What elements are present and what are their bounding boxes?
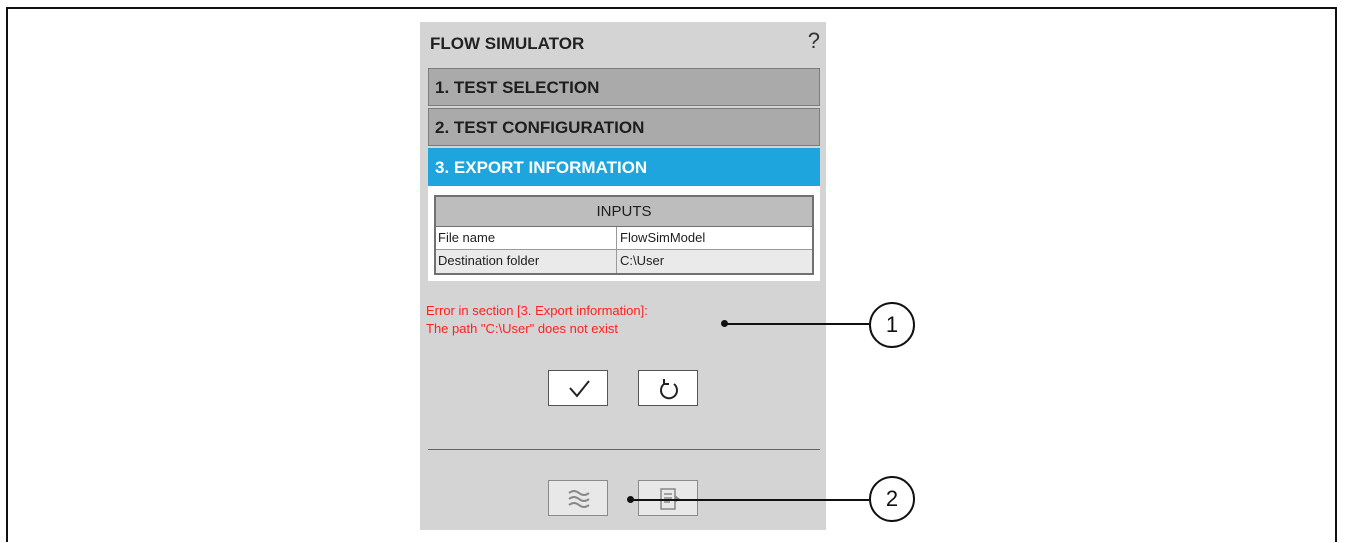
error-line-1: Error in section [3. Export information]… — [426, 303, 648, 318]
file-name-label: File name — [436, 227, 617, 249]
checkmark-icon — [569, 380, 590, 398]
section-test-configuration[interactable]: 2. TEST CONFIGURATION — [428, 108, 820, 146]
destination-folder-field[interactable]: C:\User — [617, 250, 812, 273]
panel-title: FLOW SIMULATOR — [430, 34, 585, 53]
section-test-selection[interactable]: 1. TEST SELECTION — [428, 68, 820, 106]
callout-1-line — [724, 323, 869, 325]
error-line-2: The path "C:\User" does not exist — [426, 321, 619, 336]
help-icon[interactable]: ? — [808, 28, 820, 54]
section-export-information[interactable]: 3. EXPORT INFORMATION — [428, 148, 820, 186]
section-label: 2. TEST CONFIGURATION — [435, 118, 645, 137]
section-label: 1. TEST SELECTION — [435, 78, 600, 97]
callout-2-marker: 2 — [869, 476, 915, 522]
callout-1-marker: 1 — [869, 302, 915, 348]
table-row: File name FlowSimModel — [436, 227, 812, 250]
file-name-field[interactable]: FlowSimModel — [617, 227, 812, 249]
export-button[interactable] — [638, 480, 698, 516]
flow-simulator-panel: FLOW SIMULATOR ? 1. TEST SELECTION 2. TE… — [420, 22, 826, 530]
reset-button[interactable] — [638, 370, 698, 406]
confirm-button[interactable] — [548, 370, 608, 406]
section-label: 3. EXPORT INFORMATION — [435, 158, 648, 177]
inputs-header: INPUTS — [436, 197, 812, 227]
waves-icon — [568, 490, 590, 508]
table-row: Destination folder C:\User — [436, 250, 812, 273]
inputs-container: INPUTS File name FlowSimModel Destinatio… — [428, 186, 820, 281]
rotate-icon — [660, 379, 678, 400]
inputs-table: INPUTS File name FlowSimModel Destinatio… — [434, 195, 814, 275]
destination-folder-label: Destination folder — [436, 250, 617, 273]
callout-2-line — [630, 499, 869, 501]
divider — [428, 449, 820, 450]
error-message: Error in section [3. Export information]… — [426, 302, 648, 338]
flow-button[interactable] — [548, 480, 608, 516]
title-bar: FLOW SIMULATOR ? — [420, 22, 826, 66]
